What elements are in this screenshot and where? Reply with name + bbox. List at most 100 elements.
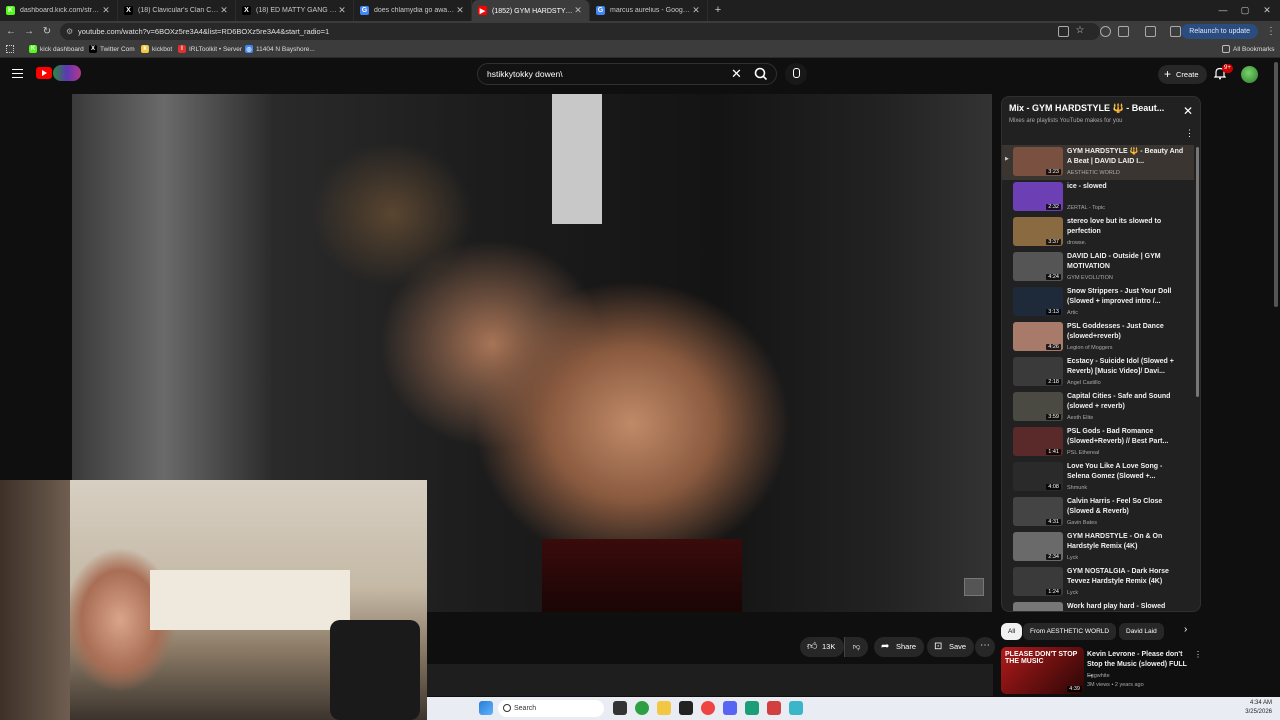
notepad-icon[interactable] [745,701,759,715]
recommended-thumbnail[interactable]: PLEASE DON'T STOP THE MUSIC 4:39 [1001,647,1084,694]
mix-item-thumbnail[interactable]: 1:41 [1013,427,1063,456]
browser-tab[interactable]: Kdashboard.kick.com/stream ✕ [0,0,118,21]
mix-list-item[interactable]: 4:31 Calvin Harris - Feel So Close (Slowe… [1002,495,1194,530]
close-tab-icon[interactable]: ✕ [691,5,701,16]
filter-chip[interactable]: All [1001,623,1023,640]
mix-item-thumbnail[interactable]: 4:24 [1013,252,1063,281]
maximize-window-button[interactable]: ▢ [1234,0,1256,21]
create-button[interactable]: Create [1158,65,1207,84]
browser-tab[interactable]: ▶ (1852) GYM HARDSTYLE 🔱✕ [472,0,590,21]
mix-title[interactable]: Mix - GYM HARDSTYLE 🔱 - Beaut... [1009,103,1179,114]
account-avatar[interactable] [1241,66,1258,83]
mix-list-item[interactable]: ▶ 3:23 GYM HARDSTYLE 🔱 - Beauty And A Beat… [1002,145,1194,180]
mix-list-item[interactable]: 1:24 GYM NOSTALGIA - Dark Horse Tevvez Ha… [1002,565,1194,600]
search-icon[interactable] [751,65,771,83]
chrome-icon[interactable] [635,701,649,715]
task-view-icon[interactable] [613,701,627,715]
bookmark-star-icon[interactable]: ☆ [1073,24,1087,38]
chevron-right-icon[interactable]: › [1184,624,1187,635]
site-info-icon[interactable]: ⚙ [66,23,73,40]
mix-item-thumbnail[interactable]: 4:08 [1013,462,1063,491]
dislike-button[interactable]: 👎︎ [844,637,868,657]
browser-tab[interactable]: Gdoes chlamydia go away - Goo✕ [354,0,472,21]
mix-list-item[interactable]: 3:13 Snow Strippers - Just Your Doll (Slo… [1002,285,1194,320]
mix-menu-icon[interactable]: ⋮ [1185,128,1194,139]
save-button[interactable]: ⊡ Save [927,637,975,657]
mix-scrollbar[interactable] [1196,147,1199,397]
mix-list-item[interactable]: 2:32 ice - slowed ZERTAL - Topic [1002,180,1194,215]
mix-item-thumbnail[interactable]: 2:32 [1013,182,1063,211]
more-actions-icon[interactable]: ⋯ [975,637,995,657]
install-app-icon[interactable] [1058,26,1069,37]
address-bar[interactable]: ⚙ youtube.com/watch?v=6BOXz5re3A4&list=R… [60,23,1100,40]
youtube-doodle[interactable] [53,65,81,81]
new-tab-button[interactable]: + [708,0,728,21]
close-tab-icon[interactable]: ✕ [573,5,583,16]
close-tab-icon[interactable]: ✕ [101,5,111,16]
filter-chip[interactable]: From AESTHETIC WORLD [1023,623,1117,640]
browser-tab[interactable]: X (18) ED MATTY GANG Commun✕ [236,0,354,21]
mix-item-thumbnail[interactable]: 2:18 [1013,357,1063,386]
media-control-icon[interactable] [1145,26,1156,37]
recommended-channel[interactable]: Eggwhite [1087,673,1110,679]
extension-icon[interactable] [1100,26,1111,37]
page-scrollbar[interactable] [1274,62,1278,307]
obs-icon[interactable] [679,701,693,715]
clear-search-icon[interactable]: ✕ [731,67,742,81]
browser-tab[interactable]: Gmarcus aurelius - Google Sear✕ [590,0,708,21]
close-window-button[interactable]: ✕ [1256,0,1278,21]
browser-tab[interactable]: X (18) Clavicular's Clan Commun✕ [118,0,236,21]
reload-icon[interactable]: ↻ [40,25,54,39]
taskbar-search[interactable]: Search [498,700,604,717]
like-button[interactable]: 👍︎ 13K [800,637,844,657]
bookmark-item[interactable]: I IRLToolkit • Server [178,45,242,53]
browser-app-icon[interactable] [701,701,715,715]
mix-list-item[interactable]: Work hard play hard - Slowed [1002,600,1194,611]
voice-search-icon[interactable] [785,63,807,85]
minimize-window-button[interactable]: — [1212,0,1234,21]
mix-list-item[interactable]: 1:41 PSL Gods - Bad Romance (Slowed+Rever… [1002,425,1194,460]
mix-item-thumbnail[interactable] [1013,602,1063,611]
mix-list-item[interactable]: 3:59 Capital Cities - Safe and Sound (slo… [1002,390,1194,425]
all-bookmarks-button[interactable]: All Bookmarks [1222,45,1275,53]
bookmark-item[interactable]: Kkick dashboard [29,45,84,53]
mix-list-item[interactable]: 2:34 GYM HARDSTYLE - On & On Hardstyle Re… [1002,530,1194,565]
mix-item-thumbnail[interactable]: 4:26 [1013,322,1063,351]
description-area[interactable] [427,664,993,696]
close-mix-icon[interactable]: ✕ [1183,104,1193,118]
mix-item-thumbnail[interactable]: 2:34 [1013,532,1063,561]
mix-item-thumbnail[interactable]: 3:23 [1013,147,1063,176]
youtube-logo-icon[interactable] [36,67,52,79]
mix-list-item[interactable]: 4:24 DAVID LAID - Outside | GYM MOTIVATIO… [1002,250,1194,285]
close-tab-icon[interactable]: ✕ [455,5,465,16]
mix-item-thumbnail[interactable]: 3:37 [1013,217,1063,246]
mix-list-item[interactable]: 4:08 Love You Like A Love Song - Selena G… [1002,460,1194,495]
mix-list-item[interactable]: 4:26 PSL Goddesses - Just Dance (slowed+r… [1002,320,1194,355]
relaunch-to-update-button[interactable]: Relaunch to update [1181,24,1258,39]
extensions-puzzle-icon[interactable] [1118,26,1129,37]
discord-icon[interactable] [723,701,737,715]
mix-item-thumbnail[interactable]: 4:31 [1013,497,1063,526]
recommended-menu-icon[interactable]: ⋮ [1194,650,1202,659]
mix-item-thumbnail[interactable]: 1:24 [1013,567,1063,596]
back-icon[interactable]: ← [4,25,18,39]
mix-item-thumbnail[interactable]: 3:13 [1013,287,1063,316]
profile-icon-small[interactable] [1170,26,1181,37]
bookmark-item[interactable]: k kickbot [141,45,172,53]
forward-icon[interactable]: → [22,25,36,39]
start-windows-icon[interactable] [479,701,493,715]
close-tab-icon[interactable]: ✕ [337,5,347,16]
active-app-icon[interactable] [767,701,781,715]
video-thumbnail-overlay-icon[interactable] [964,578,984,596]
browser-menu-icon[interactable]: ⋮ [1264,25,1278,39]
close-tab-icon[interactable]: ✕ [219,5,229,16]
file-explorer-icon[interactable] [657,701,671,715]
apps-grid-icon[interactable] [6,45,14,53]
app-icon[interactable] [789,701,803,715]
mix-list-item[interactable]: 2:18 Ecstacy - Suicide Idol (Slowed + Rev… [1002,355,1194,390]
taskbar-clock[interactable]: 4:34 AM 3/25/2026 [1245,699,1272,717]
bookmark-item[interactable]: X Twitter Com [89,45,135,53]
menu-icon[interactable] [12,69,23,78]
filter-chip[interactable]: David Laid [1119,623,1164,640]
mix-list-item[interactable]: 3:37 stereo love but its slowed to perfec… [1002,215,1194,250]
